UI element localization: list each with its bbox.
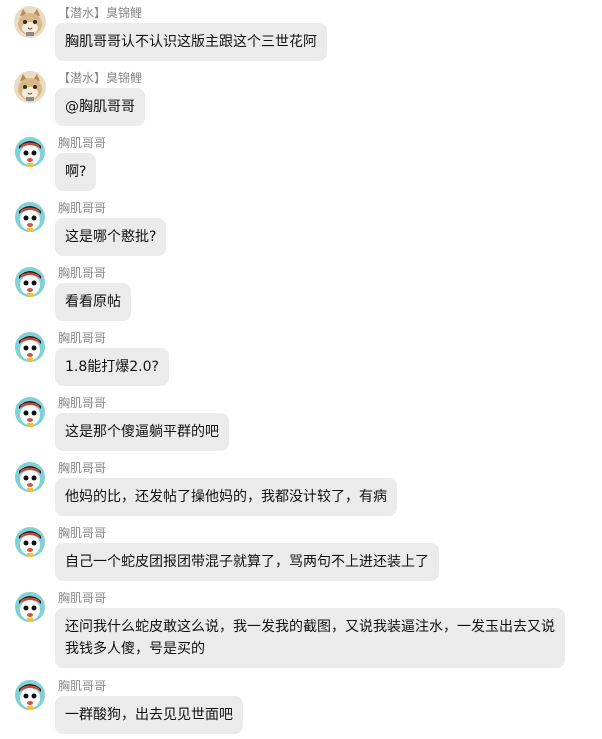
cartoon-avatar[interactable] <box>14 396 46 428</box>
cat-avatar[interactable] <box>14 6 46 38</box>
message-bubble[interactable]: @胸肌哥哥 <box>55 88 145 126</box>
message-bubble[interactable]: 还问我什么蛇皮敢这么说，我一发我的截图，又说我装逼注水，一发玉出去又说我钱多人傻… <box>55 608 565 668</box>
sender-name: 胸肌哥哥 <box>58 266 107 280</box>
sender-name: 胸肌哥哥 <box>58 461 107 475</box>
cartoon-avatar[interactable] <box>14 461 46 493</box>
sender-name: 【潜水】臭锦鲤 <box>58 71 143 85</box>
sender-name: 胸肌哥哥 <box>58 679 107 693</box>
sender-name: 胸肌哥哥 <box>58 201 107 215</box>
chat-message-list[interactable]: 【潜水】臭锦鲤 胸肌哥哥认不认识这版主跟这个三世花阿 【潜水】臭锦鲤 @胸肌哥哥 <box>0 0 602 739</box>
cartoon-avatar[interactable] <box>14 679 46 711</box>
message-bubble[interactable]: 1.8能打爆2.0? <box>55 348 169 386</box>
message-bubble[interactable]: 胸肌哥哥认不认识这版主跟这个三世花阿 <box>55 23 327 61</box>
sender-name: 胸肌哥哥 <box>58 136 107 150</box>
sender-name: 胸肌哥哥 <box>58 591 107 605</box>
message-bubble[interactable]: 看看原帖 <box>55 283 131 321</box>
cartoon-avatar[interactable] <box>14 136 46 168</box>
cartoon-avatar[interactable] <box>14 201 46 233</box>
message-bubble[interactable]: 啊? <box>55 153 97 191</box>
cartoon-avatar[interactable] <box>14 526 46 558</box>
cartoon-avatar[interactable] <box>14 266 46 298</box>
message-bubble[interactable]: 一群酸狗，出去见见世面吧 <box>55 696 243 734</box>
sender-name: 胸肌哥哥 <box>58 396 107 410</box>
sender-name: 胸肌哥哥 <box>58 526 107 540</box>
message-bubble[interactable]: 这是那个傻逼躺平群的吧 <box>55 413 229 451</box>
message-bubble[interactable]: 这是哪个憨批? <box>55 218 167 256</box>
message-bubble[interactable]: 他妈的比，还发帖了操他妈的，我都没计较了，有病 <box>55 478 397 516</box>
cartoon-avatar[interactable] <box>14 591 46 623</box>
cartoon-avatar[interactable] <box>14 331 46 363</box>
sender-name: 【潜水】臭锦鲤 <box>58 6 143 20</box>
cat-avatar[interactable] <box>14 71 46 103</box>
sender-name: 胸肌哥哥 <box>58 331 107 345</box>
message-bubble[interactable]: 自己一个蛇皮团报团带混子就算了，骂两句不上进还装上了 <box>55 543 439 581</box>
